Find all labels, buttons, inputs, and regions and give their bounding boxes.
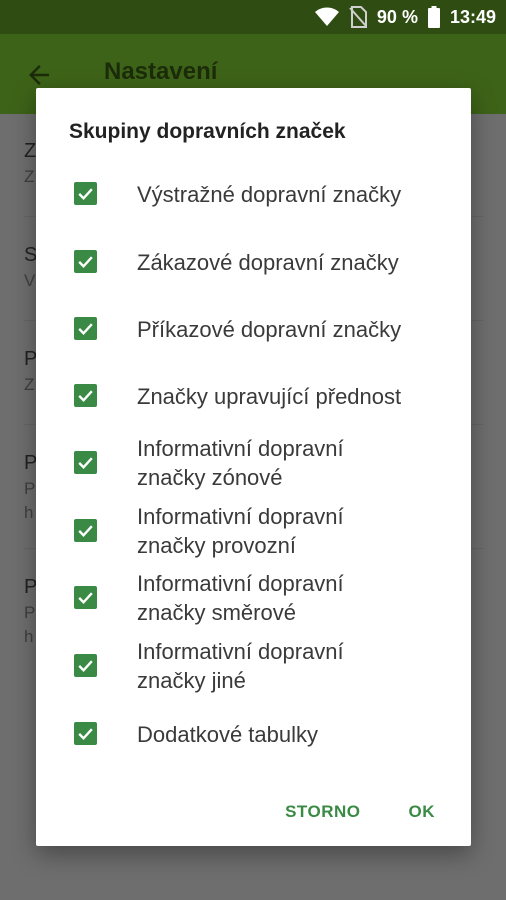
- status-icons: 90 % 13:49: [314, 0, 496, 34]
- check-icon: [78, 525, 93, 537]
- page-title: Nastavení: [104, 58, 218, 85]
- option-informative-other[interactable]: Informativní dopravní značky jiné: [36, 637, 471, 695]
- status-bar: 90 % 13:49: [0, 0, 506, 34]
- option-warning-signs[interactable]: Výstražné dopravní značky: [36, 180, 471, 207]
- option-label: Příkazové dopravní značky: [137, 317, 402, 342]
- checkbox-checked[interactable]: [74, 519, 97, 542]
- option-label: Dodatkové tabulky: [137, 722, 318, 747]
- option-informative-directional[interactable]: Informativní dopravní značky směrové: [36, 569, 471, 627]
- dialog-title: Skupiny dopravních značek: [69, 120, 346, 143]
- arrow-back-icon[interactable]: [24, 60, 54, 90]
- checkbox-checked[interactable]: [74, 250, 97, 273]
- checkbox-checked[interactable]: [74, 182, 97, 205]
- check-icon: [78, 660, 93, 672]
- option-label: Zákazové dopravní značky: [137, 250, 399, 275]
- battery-percent: 90 %: [376, 6, 418, 27]
- checkbox-checked[interactable]: [74, 654, 97, 677]
- option-mandatory-signs[interactable]: Příkazové dopravní značky: [36, 315, 471, 342]
- check-icon: [78, 323, 93, 335]
- cancel-button[interactable]: STORNO: [285, 802, 360, 822]
- option-label-line1: Informativní dopravní: [137, 639, 344, 664]
- check-icon: [78, 256, 93, 268]
- check-icon: [78, 728, 93, 740]
- check-icon: [78, 592, 93, 604]
- check-icon: [78, 457, 93, 469]
- option-supplementary-plates[interactable]: Dodatkové tabulky: [36, 720, 471, 747]
- option-label-line2: značky směrové: [137, 600, 296, 625]
- dialog-actions: STORNO OK: [285, 802, 435, 822]
- option-label-line1: Informativní dopravní: [137, 436, 344, 461]
- option-label-line2: značky provozní: [137, 533, 296, 558]
- check-icon: [78, 390, 93, 402]
- option-label-line1: Informativní dopravní: [137, 571, 344, 596]
- check-icon: [78, 188, 93, 200]
- option-informative-zone[interactable]: Informativní dopravní značky zónové: [36, 434, 471, 492]
- checkbox-checked[interactable]: [74, 722, 97, 745]
- option-label: Značky upravující přednost: [137, 384, 402, 409]
- wifi-icon: [314, 7, 339, 26]
- checkbox-checked[interactable]: [74, 451, 97, 474]
- checkbox-checked[interactable]: [74, 586, 97, 609]
- sign-groups-dialog: Skupiny dopravních značek Výstražné dopr…: [36, 88, 471, 846]
- checkbox-checked[interactable]: [74, 317, 97, 340]
- option-label-line1: Informativní dopravní: [137, 504, 344, 529]
- option-prohibitory-signs[interactable]: Zákazové dopravní značky: [36, 248, 471, 275]
- no-sim-icon: [349, 6, 367, 28]
- ok-button[interactable]: OK: [409, 802, 436, 822]
- option-label-line2: značky zónové: [137, 465, 283, 490]
- option-label: Výstražné dopravní značky: [137, 182, 402, 207]
- option-informative-operational[interactable]: Informativní dopravní značky provozní: [36, 502, 471, 560]
- option-priority-signs[interactable]: Značky upravující přednost: [36, 382, 471, 409]
- clock: 13:49: [449, 6, 496, 27]
- battery-icon: [427, 6, 440, 28]
- checkbox-checked[interactable]: [74, 384, 97, 407]
- option-label-line2: značky jiné: [137, 668, 246, 693]
